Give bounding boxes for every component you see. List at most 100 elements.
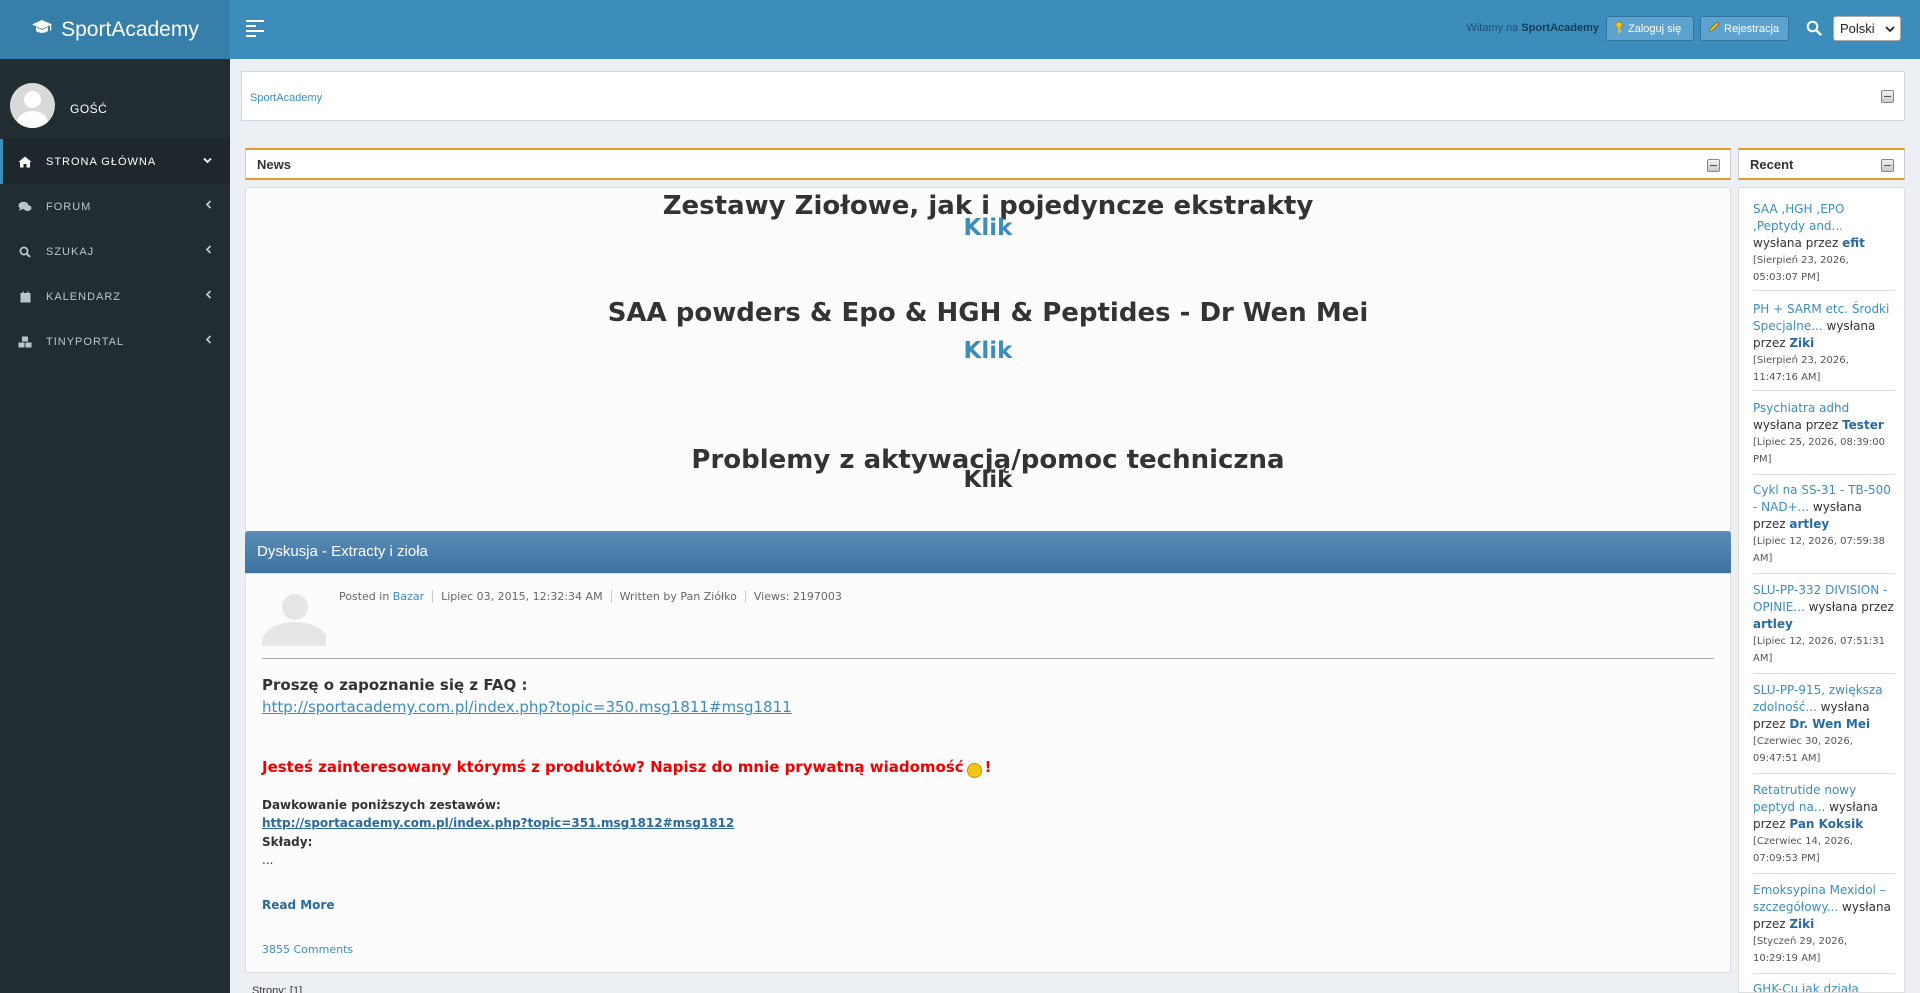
welcome-prefix: Witamy na (1466, 22, 1522, 34)
collapse-icon[interactable] (1707, 159, 1720, 172)
recent-user-link[interactable]: Pan Koksik (1789, 817, 1863, 831)
read-more-link[interactable]: Read More (262, 898, 335, 912)
contact-notice-suffix: ! (984, 758, 992, 776)
recent-user-link[interactable]: Ziki (1789, 917, 1814, 931)
sidebar-menu: STRONA GŁÓWNA FORUM SZUKAJ KALENDARZ TIN… (0, 139, 230, 364)
recent-date: [Lipiec 25, 2026, 08:39:00 PM] (1753, 437, 1886, 465)
faq-link[interactable]: http://sportacademy.com.pl/index.php?top… (262, 698, 792, 716)
faq-title: Proszę o zapoznanie się z FAQ : (262, 676, 528, 694)
recent-panel-title: Recent (1750, 157, 1794, 172)
news-link[interactable]: Klik (246, 215, 1730, 241)
recent-date: [Lipiec 12, 2026, 07:59:38 AM] (1753, 536, 1886, 564)
cubes-icon (18, 335, 32, 349)
article-body: Posted in Bazar Lipiec 03, 2015, 12:32:3… (245, 573, 1731, 973)
chevron-left-icon (205, 245, 212, 257)
meta-author: Written by Pan Ziółko (610, 590, 745, 603)
avatar (10, 83, 55, 128)
recent-user-link[interactable]: Dr. Wen Mei (1789, 717, 1870, 731)
list-item: GHK-Cu jak działa (1753, 981, 1895, 992)
divider (262, 658, 1714, 659)
graduation-cap-icon (31, 18, 53, 41)
chevron-down-icon (203, 155, 212, 167)
recent-topic-link[interactable]: Psychiatra adhd (1753, 401, 1849, 415)
ellipsis: ... (262, 853, 274, 867)
breadcrumb-link[interactable]: SportAcademy (250, 92, 322, 104)
news-panel-title: News (257, 157, 291, 172)
contact-notice: Jesteś zainteresowany którymś z produktó… (262, 758, 992, 778)
sidebar-toggle-icon[interactable] (246, 20, 264, 38)
meta-views: Views: 2197003 (744, 590, 850, 603)
article-header: Dyskusja - Extracty i zioła (245, 531, 1731, 573)
collapse-icon[interactable] (1881, 159, 1894, 172)
recent-user-link[interactable]: efit (1842, 236, 1865, 250)
language-select[interactable]: Polski (1833, 16, 1901, 41)
chevron-left-icon (205, 200, 212, 212)
sidebar-item-calendar[interactable]: KALENDARZ (0, 274, 230, 319)
site-name: SportAcademy (61, 17, 199, 41)
pencil-icon (1708, 21, 1720, 36)
sent-by-label: wysłana przez (1753, 418, 1839, 432)
key-icon (1614, 20, 1624, 37)
collapse-icon[interactable] (1881, 90, 1894, 103)
sidebar: GOŚĆ STRONA GŁÓWNA FORUM SZUKAJ KALENDAR… (0, 59, 230, 993)
avatar (262, 592, 326, 646)
sidebar-item-forum[interactable]: FORUM (0, 184, 230, 229)
dosage-link[interactable]: http://sportacademy.com.pl/index.php?top… (262, 816, 734, 830)
list-item: Emoksypina Mexidol – szczegółowy... wysł… (1753, 882, 1895, 974)
comments-link[interactable]: 3855 Comments (262, 943, 353, 956)
recent-date: [Styczeń 29, 2026, 10:29:19 AM] (1753, 936, 1848, 964)
user-name: GOŚĆ (70, 102, 108, 116)
register-label: Rejestracja (1724, 22, 1780, 35)
recent-user-link[interactable]: Ziki (1789, 336, 1814, 350)
news-line: SAA powders & Epo & HGH & Peptides - Dr … (607, 298, 1369, 328)
sidebar-item-label: SZUKAJ (46, 245, 95, 258)
news-panel-header: News (245, 148, 1731, 180)
recent-user-link[interactable]: artley (1789, 517, 1829, 531)
recent-date: [Czerwiec 14, 2026, 07:09:53 PM] (1753, 836, 1853, 864)
chevron-down-icon (1885, 21, 1895, 36)
calendar-icon (18, 290, 32, 304)
recent-topic-link[interactable]: GHK-Cu jak działa (1753, 982, 1859, 992)
meta-date: Lipiec 03, 2015, 12:32:34 AM (432, 590, 610, 603)
smiley-icon (966, 762, 982, 778)
posted-in-label: Posted in (339, 590, 393, 603)
register-button[interactable]: Rejestracja (1700, 16, 1789, 41)
ingredients-label: Składy: (262, 835, 313, 849)
list-item: Retatrutide nowy peptyd na... wysłana pr… (1753, 782, 1895, 874)
news-link[interactable]: Klik (246, 467, 1730, 493)
list-item: PH + SARM etc. Środki Specjalne... wysła… (1753, 301, 1895, 391)
recent-date: [Czerwiec 30, 2026, 09:47:51 AM] (1753, 736, 1853, 764)
site-logo[interactable]: SportAcademy (0, 0, 230, 59)
recent-date: [Sierpień 23, 2026, 05:03:07 PM] (1753, 255, 1849, 283)
home-icon (18, 155, 32, 169)
news-content: Zestawy Ziołowe, jak i pojedyncze ekstra… (245, 187, 1731, 532)
login-button[interactable]: Zaloguj się (1606, 16, 1694, 41)
sidebar-item-label: KALENDARZ (46, 290, 122, 303)
sidebar-item-tinyportal[interactable]: TINYPORTAL (0, 319, 230, 364)
welcome-text: Witamy na SportAcademy (1466, 22, 1599, 34)
list-item: Cykl na SS-31 - TB-500 - NAD+... wysłana… (1753, 482, 1895, 574)
sidebar-item-search[interactable]: SZUKAJ (0, 229, 230, 274)
recent-list: SAA ,HGH ,EPO ,Peptydy and... wysłana pr… (1738, 187, 1905, 993)
recent-topic-link[interactable]: SAA ,HGH ,EPO ,Peptydy and... (1753, 202, 1844, 233)
search-icon (18, 245, 32, 259)
search-icon[interactable] (1806, 20, 1824, 38)
meta-posted-in: Posted in Bazar (339, 590, 432, 603)
pagination-text: Strony: [1] (252, 985, 303, 993)
list-item: Psychiatra adhd wysłana przez Tester [Li… (1753, 400, 1895, 475)
recent-panel-header: Recent (1738, 148, 1905, 180)
welcome-site: SportAcademy (1521, 22, 1599, 34)
language-value: Polski (1840, 21, 1875, 36)
recent-user-link[interactable]: artley (1753, 617, 1793, 631)
comments-icon (18, 200, 32, 214)
news-link[interactable]: Klik (246, 338, 1730, 364)
article-meta: Posted in Bazar Lipiec 03, 2015, 12:32:3… (339, 590, 850, 603)
contact-notice-text: Jesteś zainteresowany którymś z produktó… (262, 758, 964, 776)
sidebar-item-label: TINYPORTAL (46, 335, 125, 348)
list-item: SAA ,HGH ,EPO ,Peptydy and... wysłana pr… (1753, 201, 1895, 291)
article-title[interactable]: Dyskusja - Extracty i zioła (257, 543, 428, 560)
board-link[interactable]: Bazar (393, 590, 424, 603)
recent-user-link[interactable]: Tester (1842, 418, 1884, 432)
sidebar-item-home[interactable]: STRONA GŁÓWNA (0, 139, 230, 184)
top-navbar: Witamy na SportAcademy Zaloguj się Rejes… (230, 0, 1920, 59)
